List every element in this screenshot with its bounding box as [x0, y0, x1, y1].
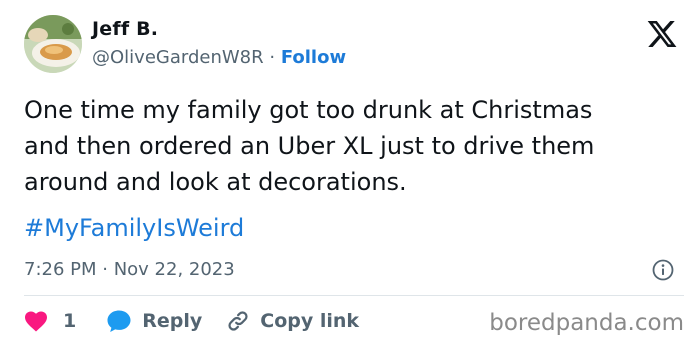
like-count: 1	[63, 310, 77, 332]
author-handle[interactable]: @OliveGardenW8R	[92, 47, 264, 68]
copy-link-label: Copy link	[260, 310, 360, 332]
separator-dot: ·	[269, 47, 276, 68]
divider	[24, 295, 684, 296]
avatar[interactable]	[24, 15, 82, 73]
hashtag-link[interactable]: #MyFamilyIsWeird	[24, 214, 244, 242]
heart-icon	[25, 311, 47, 332]
tweet-text-line: around and look at decorations.	[24, 168, 407, 196]
reply-label: Reply	[142, 310, 203, 332]
tweet-text: One time my family got too drunk at Chri…	[24, 92, 674, 200]
author-name[interactable]: Jeff B.	[92, 18, 158, 40]
like-button[interactable]: 1	[24, 310, 106, 332]
link-icon	[228, 311, 248, 331]
info-icon[interactable]	[652, 259, 674, 281]
follow-button[interactable]: Follow	[281, 47, 346, 68]
timestamp[interactable]: 7:26 PM · Nov 22, 2023	[24, 259, 235, 280]
x-logo-icon[interactable]	[646, 18, 678, 50]
action-bar: 1 Reply Copy link	[24, 306, 359, 336]
watermark: boredpanda.com	[489, 310, 684, 336]
reply-bubble-icon	[107, 310, 131, 332]
tweet-card: Jeff B. @OliveGardenW8R · Follow One tim…	[0, 0, 700, 348]
copy-link-button[interactable]: Copy link	[226, 309, 359, 333]
author-handle-row: @OliveGardenW8R · Follow	[92, 47, 346, 68]
tweet-text-line: One time my family got too drunk at Chri…	[24, 96, 593, 124]
tweet-text-line: and then ordered an Uber XL just to driv…	[24, 132, 595, 160]
food-plate-avatar-icon	[24, 15, 82, 73]
reply-button[interactable]: Reply	[106, 309, 226, 333]
